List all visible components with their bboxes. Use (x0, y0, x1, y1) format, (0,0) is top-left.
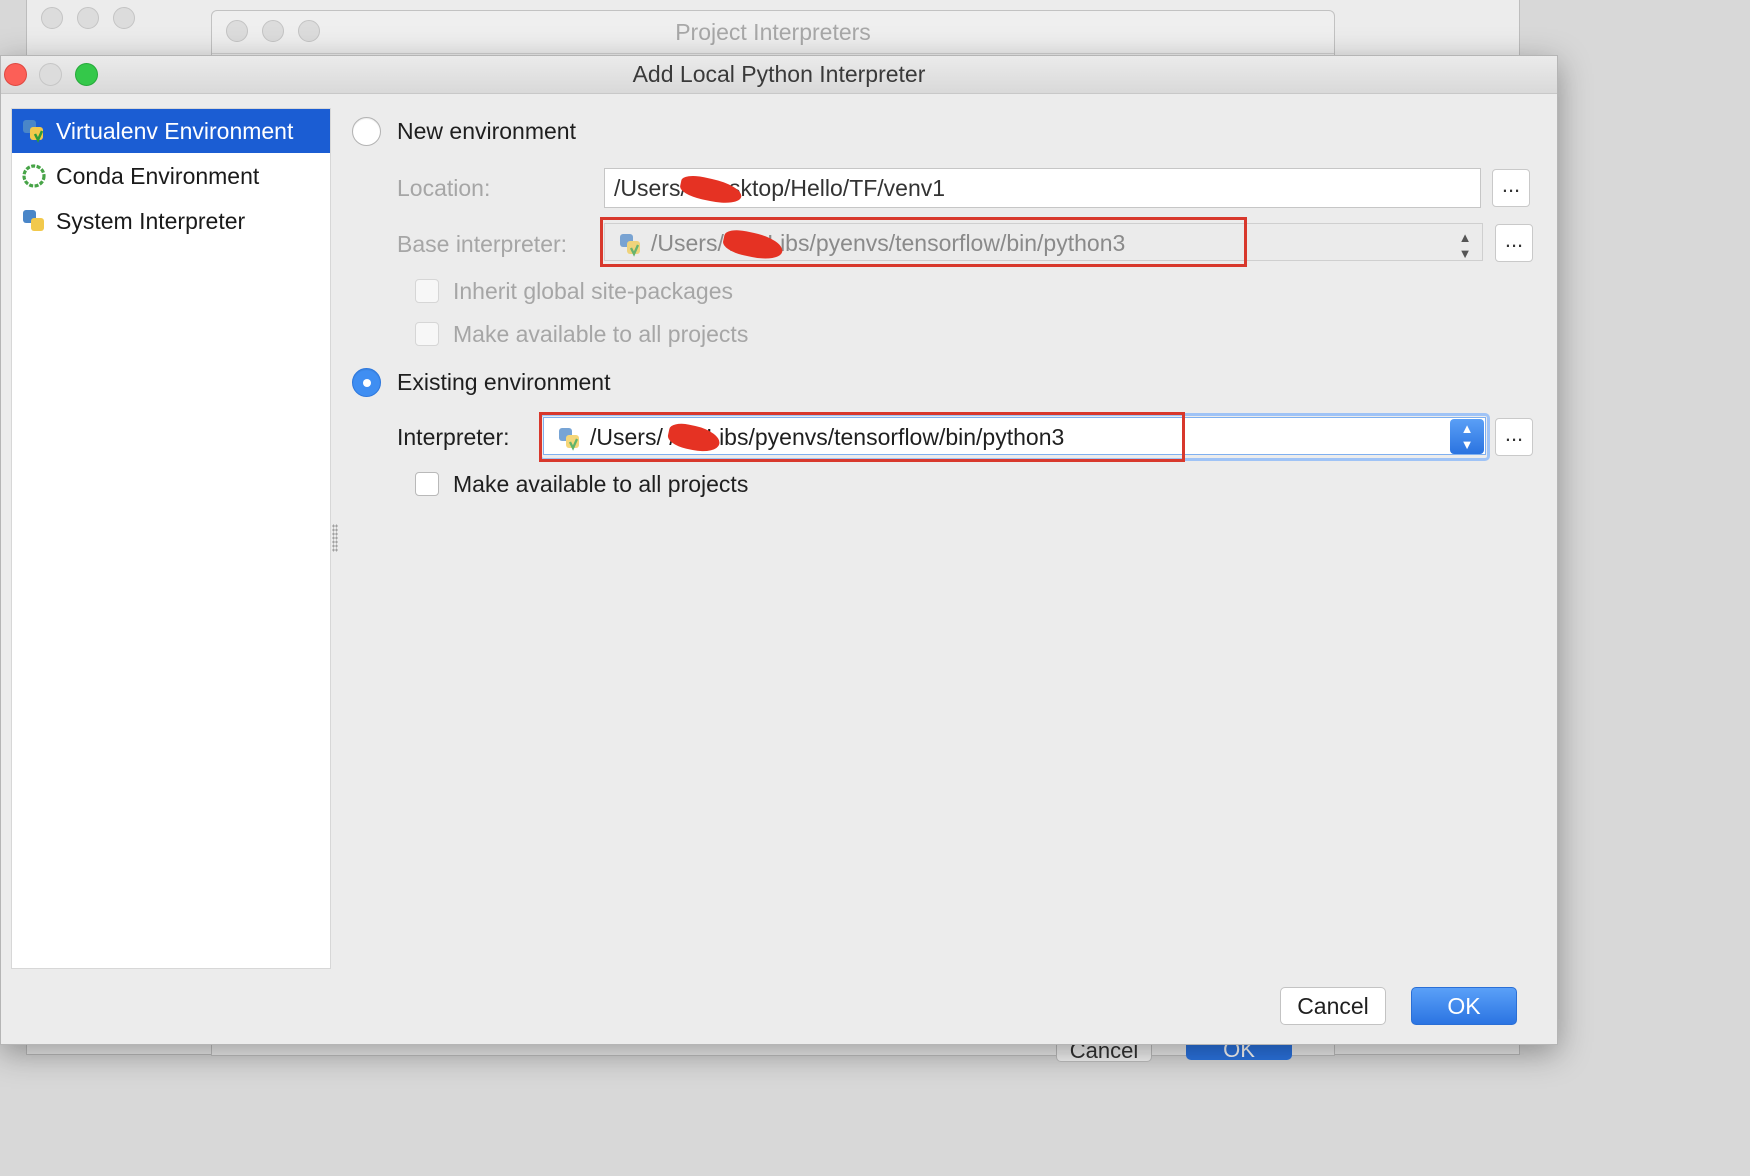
ok-button[interactable]: OK (1411, 987, 1517, 1025)
chevron-updown-icon: ▲ ▼ (1450, 419, 1484, 454)
new-environment-radio[interactable] (352, 117, 381, 146)
sidebar-item-system[interactable]: System Interpreter (12, 199, 330, 243)
existing-env-available-checkbox[interactable] (415, 472, 439, 496)
new-environment-label: New environment (397, 118, 576, 144)
annotation-box (600, 217, 1247, 267)
cancel-button[interactable]: Cancel (1280, 987, 1386, 1025)
location-label: Location: (397, 175, 491, 201)
annotation-box (539, 412, 1185, 462)
dialog-titlebar: Add Local Python Interpreter (1, 56, 1557, 94)
bg-close-light (41, 7, 63, 29)
virtualenv-icon (23, 120, 44, 143)
environment-type-list: Virtualenv Environment Conda Environment… (11, 108, 331, 969)
add-interpreter-dialog: Add Local Python Interpreter Virtualenv … (0, 55, 1558, 1045)
existing-env-available-label: Make available to all projects (453, 471, 749, 497)
sidebar-item-conda[interactable]: Conda Environment (12, 154, 330, 198)
sidebar-item-label: System Interpreter (56, 208, 246, 234)
chevron-updown-icon: ▲ ▼ (1458, 230, 1472, 261)
new-env-available-checkbox[interactable] (415, 322, 439, 346)
interpreter-label: Interpreter: (397, 424, 510, 450)
inherit-packages-label: Inherit global site-packages (453, 278, 733, 304)
existing-environment-label: Existing environment (397, 369, 611, 395)
inherit-packages-checkbox[interactable] (415, 279, 439, 303)
sidebar-item-virtualenv[interactable]: Virtualenv Environment (12, 109, 330, 153)
dialog-title: Add Local Python Interpreter (632, 61, 926, 87)
existing-environment-radio[interactable] (352, 368, 381, 397)
base-interpreter-label: Base interpreter: (397, 231, 568, 257)
base-interpreter-browse-button[interactable]: ... (1495, 224, 1533, 262)
conda-icon (22, 164, 46, 188)
new-env-available-label: Make available to all projects (453, 321, 749, 347)
location-browse-button[interactable]: ... (1492, 169, 1530, 207)
splitter-handle[interactable] (332, 524, 338, 552)
sidebar-item-label: Conda Environment (56, 163, 260, 189)
sidebar-item-label: Virtualenv Environment (56, 118, 294, 144)
location-field[interactable]: /Users/ /Desktop/Hello/TF/venv1 (604, 168, 1481, 208)
project-interpreters-title: Project Interpreters (212, 11, 1334, 54)
bg-zoom-light (113, 7, 135, 29)
interpreter-browse-button[interactable]: ... (1495, 418, 1533, 456)
bg-minimize-light (77, 7, 99, 29)
location-value: /Users/ /Desktop/Hello/TF/venv1 (614, 175, 946, 201)
python-icon (23, 210, 44, 231)
